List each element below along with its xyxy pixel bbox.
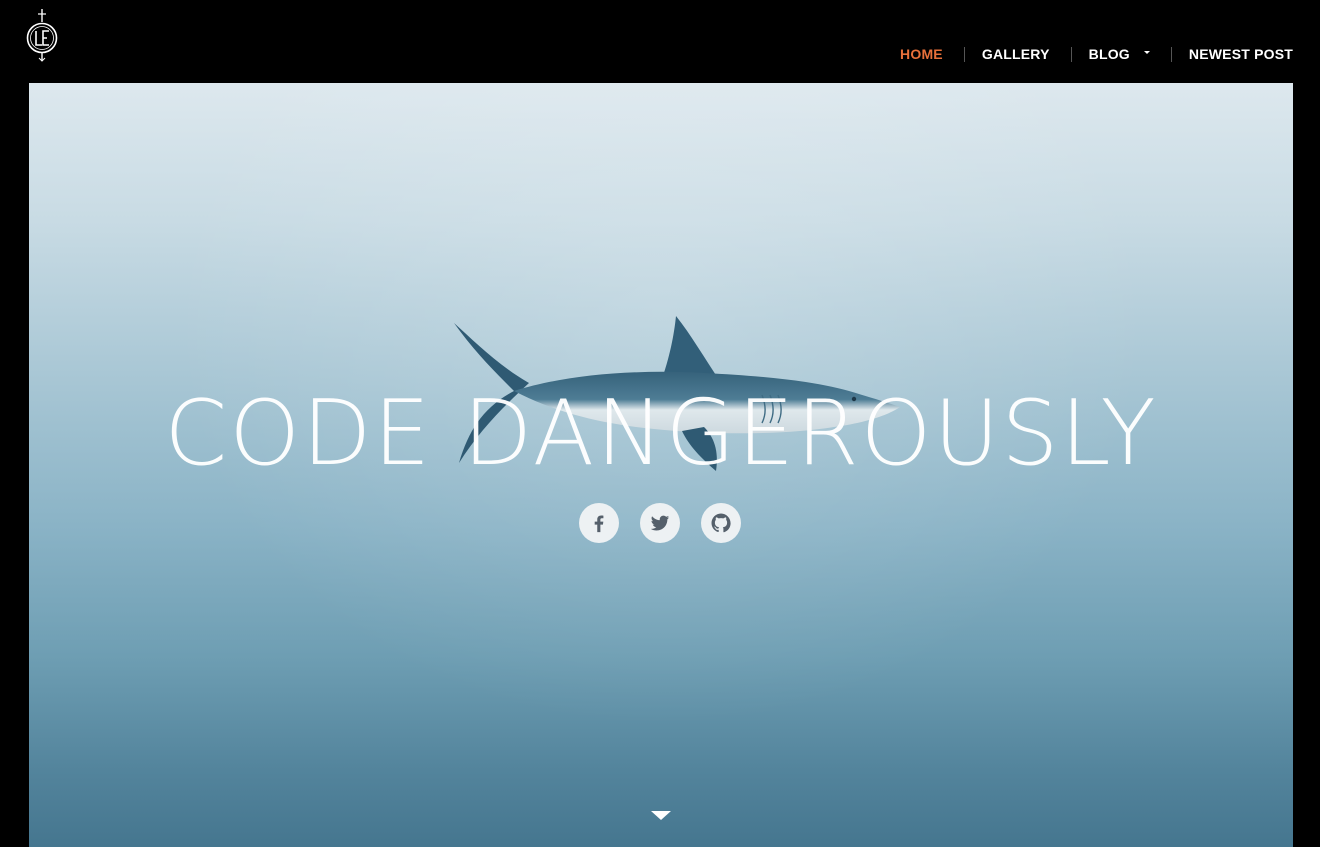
- nav-divider: [1070, 46, 1072, 62]
- chevron-down-icon: [1143, 50, 1150, 54]
- nav-divider: [1170, 46, 1172, 62]
- top-navbar: HOME GALLERY BLOG NEWEST POST: [0, 0, 1320, 83]
- facebook-icon: [594, 515, 604, 533]
- nav-newest-post[interactable]: NEWEST POST: [1189, 46, 1293, 62]
- social-links: [579, 503, 741, 543]
- github-icon: [711, 513, 731, 533]
- nav-home[interactable]: HOME: [900, 46, 943, 62]
- main-nav: HOME GALLERY BLOG NEWEST POST: [900, 44, 1293, 64]
- le-monogram-logo-icon: [26, 9, 58, 62]
- github-link[interactable]: [701, 503, 741, 543]
- site-logo[interactable]: [22, 8, 62, 62]
- twitter-link[interactable]: [640, 503, 680, 543]
- facebook-link[interactable]: [579, 503, 619, 543]
- scroll-down-arrow-icon[interactable]: [651, 811, 671, 820]
- nav-divider: [963, 46, 965, 62]
- nav-gallery[interactable]: GALLERY: [982, 46, 1050, 62]
- twitter-icon: [650, 515, 670, 531]
- hero-section: CODE DANGEROUSLY: [29, 83, 1293, 847]
- page: HOME GALLERY BLOG NEWEST POST CODE DANGE…: [0, 0, 1320, 847]
- nav-blog[interactable]: BLOG: [1089, 46, 1150, 62]
- nav-blog-label: BLOG: [1088, 46, 1130, 62]
- hero-title: CODE DANGEROUSLY: [164, 381, 1158, 486]
